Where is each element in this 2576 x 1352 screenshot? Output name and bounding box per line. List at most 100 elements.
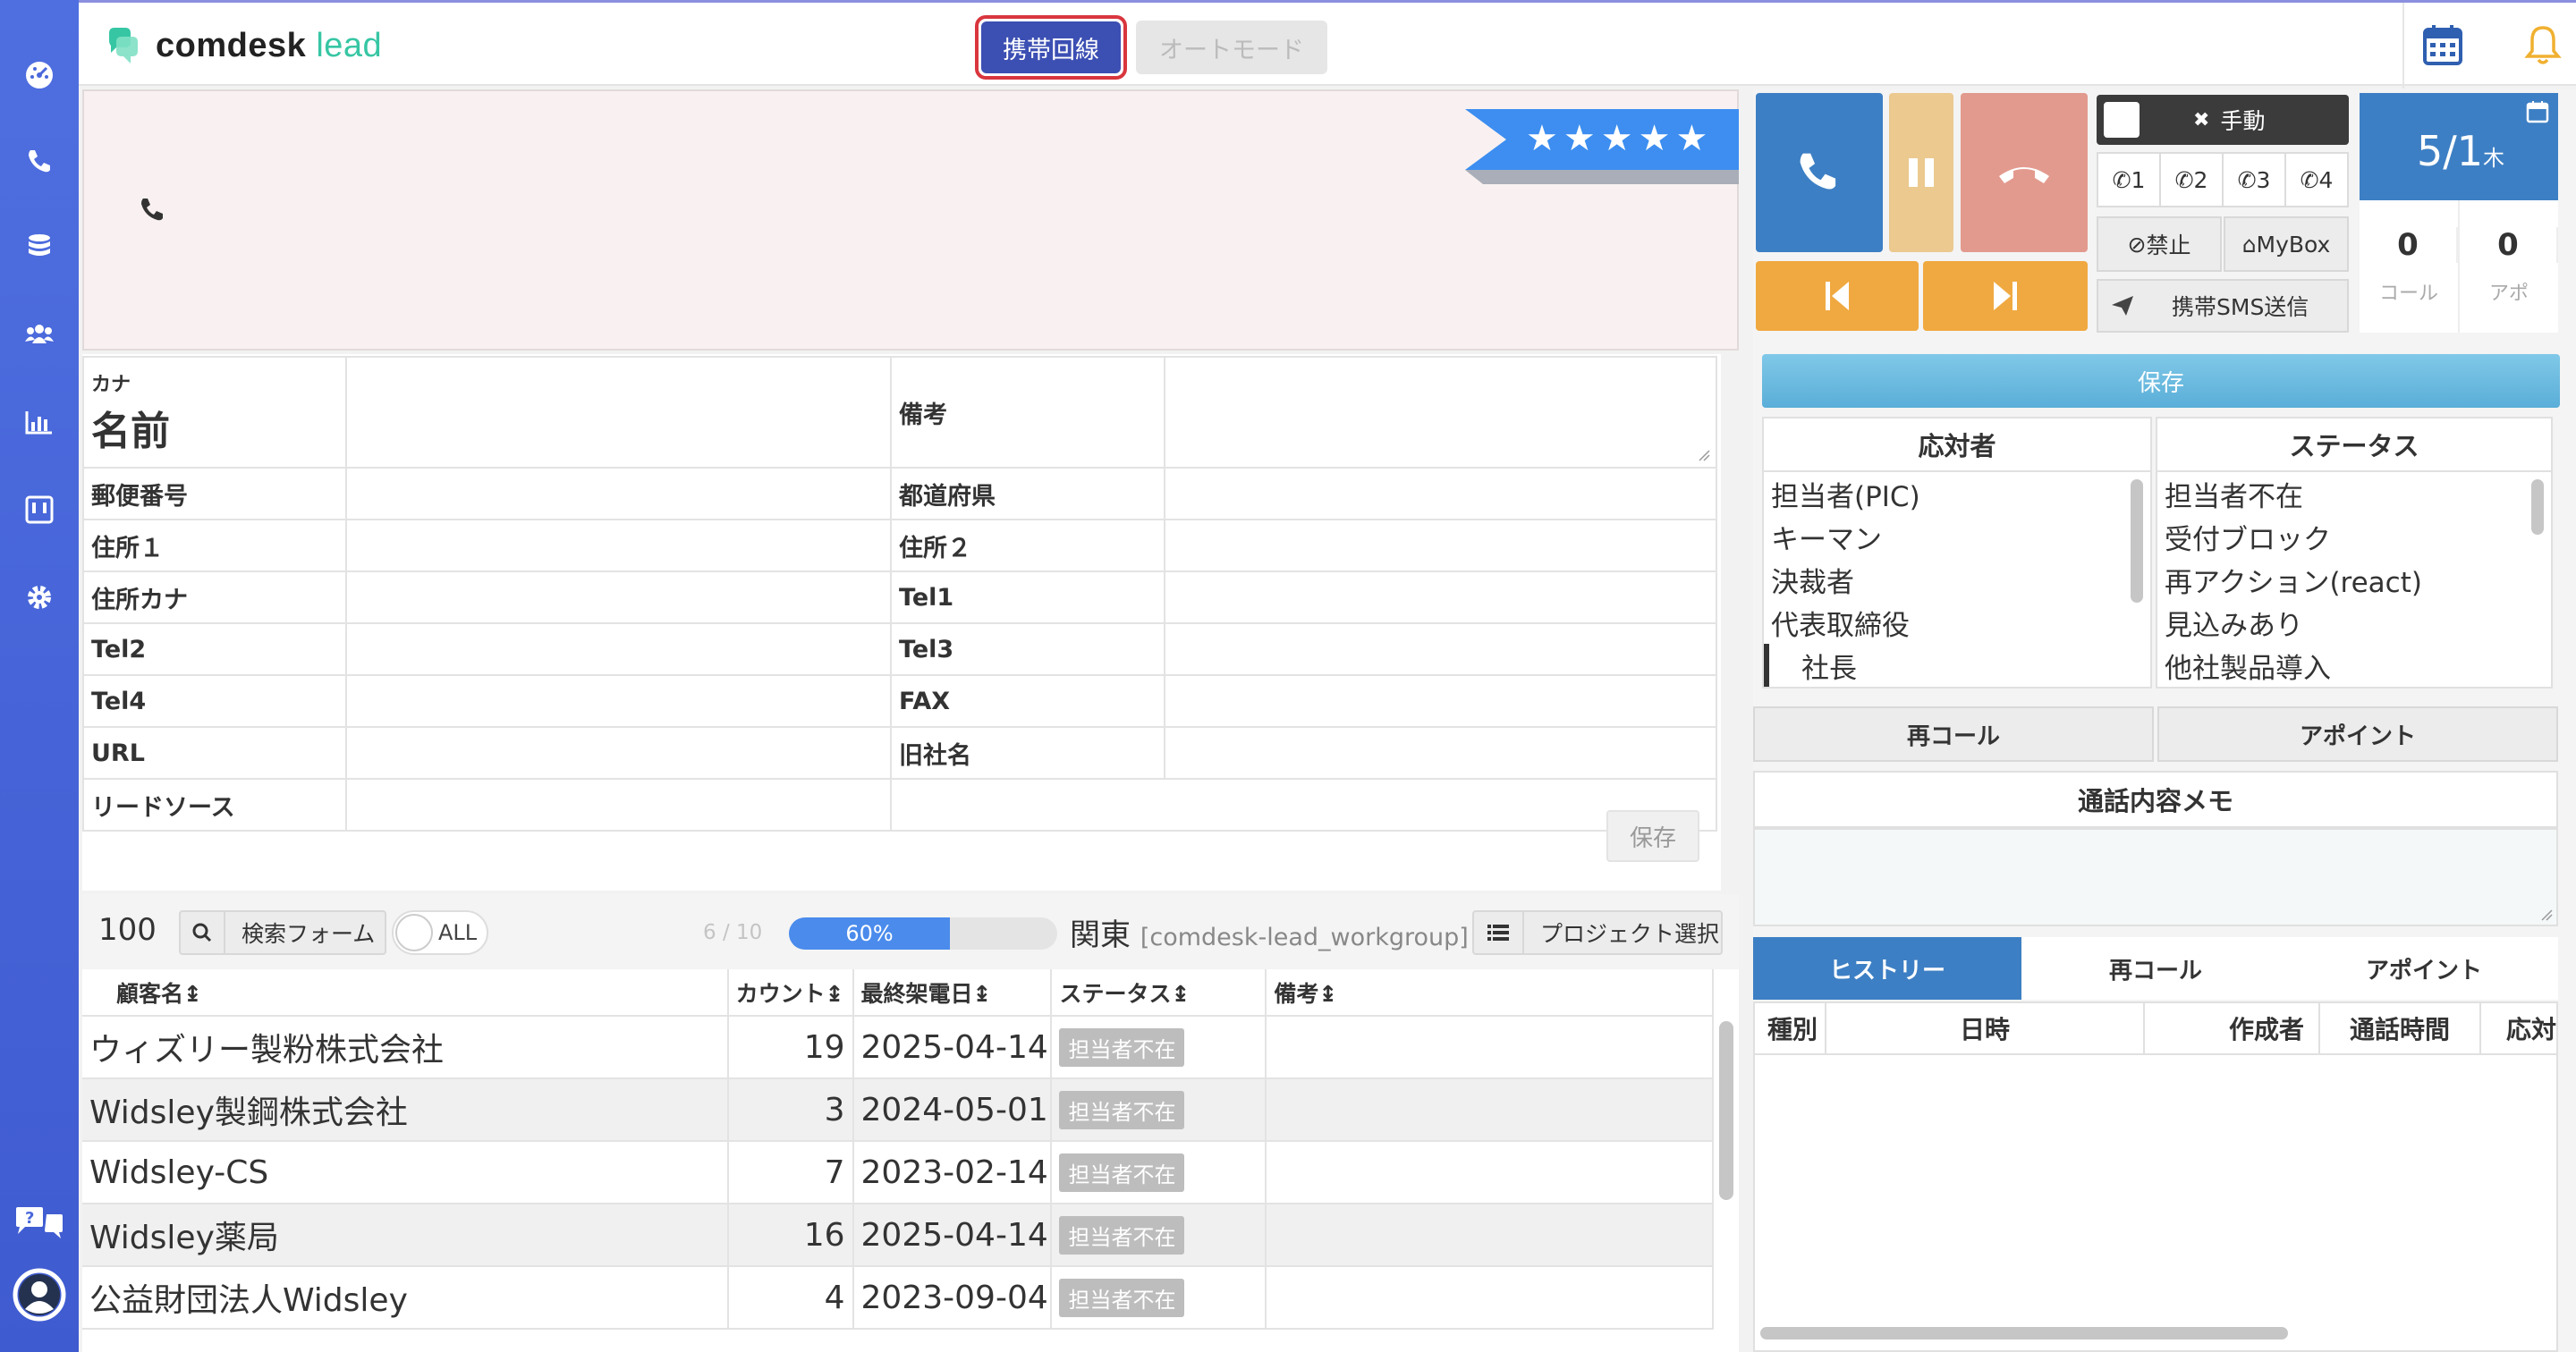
project-select-button[interactable]: プロジェクト選択 xyxy=(1472,910,1723,955)
calendar-icon[interactable] xyxy=(2420,22,2465,67)
col-last-call-date[interactable]: 最終架電日↨ xyxy=(852,969,1053,1017)
address-kana-input[interactable] xyxy=(344,570,892,624)
remarks-cell xyxy=(1266,1016,1714,1079)
responder-option[interactable]: 決裁者 xyxy=(1764,558,2150,601)
call-count: 3 xyxy=(727,1078,854,1142)
search-form-button[interactable]: 検索フォーム xyxy=(179,910,386,955)
previous-button[interactable] xyxy=(1756,261,1919,331)
col-type[interactable]: 種別 xyxy=(1755,1003,1826,1053)
memo-textarea[interactable] xyxy=(1753,828,2558,926)
status-scrollbar[interactable] xyxy=(2531,479,2544,535)
call-button[interactable] xyxy=(1756,93,1883,252)
url-input[interactable] xyxy=(344,726,892,780)
tel1-input[interactable] xyxy=(1163,570,1718,624)
old-company-input[interactable] xyxy=(1163,726,1718,780)
col-customer-name[interactable]: 顧客名↨ xyxy=(82,969,729,1017)
col-remarks[interactable]: 備考↨ xyxy=(1266,969,1714,1017)
chart-icon[interactable] xyxy=(21,404,57,440)
prefecture-input[interactable] xyxy=(1163,467,1718,520)
line-3-button[interactable]: ✆ 3 xyxy=(2224,154,2286,206)
help-chat-icon[interactable]: ? xyxy=(14,1205,64,1241)
table-row[interactable]: Widsley-CS 7 2023-02-14 担当者不在 xyxy=(82,1141,1714,1204)
database-icon[interactable] xyxy=(21,229,57,265)
customer-name[interactable]: Widsley-CS xyxy=(82,1141,729,1204)
status-option[interactable]: 再アクション(react) xyxy=(2157,558,2551,601)
tab-recall[interactable]: 再コール xyxy=(2021,937,2290,1000)
close-icon: ✖ xyxy=(2193,108,2210,131)
app-logo[interactable]: comdesk lead xyxy=(104,26,382,65)
list-scrollbar[interactable] xyxy=(1719,1021,1733,1200)
remarks-textarea[interactable] xyxy=(1163,356,1718,469)
tab-appoint[interactable]: アポイント xyxy=(2290,937,2558,1000)
gear-icon[interactable] xyxy=(21,579,57,615)
customer-name[interactable]: Widsley製鋼株式会社 xyxy=(82,1078,729,1142)
fax-input[interactable] xyxy=(1163,674,1718,728)
customer-name[interactable]: ウィズリー製粉株式会社 xyxy=(82,1016,729,1079)
next-button[interactable] xyxy=(1923,261,2088,331)
info-save-button[interactable]: 保存 xyxy=(1606,810,1699,862)
line-1-button[interactable]: ✆ 1 xyxy=(2098,154,2161,206)
board-icon[interactable] xyxy=(21,492,57,528)
rating-stars[interactable]: ★★★★★ xyxy=(1526,118,1713,159)
table-row[interactable]: Widsley薬局 16 2025-04-14 担当者不在 xyxy=(82,1204,1714,1267)
history-scrollbar[interactable] xyxy=(1760,1327,2288,1339)
table-row[interactable]: Widsley製鋼株式会社 3 2024-05-01 担当者不在 xyxy=(82,1078,1714,1142)
responder-option[interactable]: キーマン xyxy=(1764,515,2150,558)
responder-option[interactable]: 担当者(PIC) xyxy=(1764,472,2150,515)
col-datetime[interactable]: 日時 xyxy=(1826,1003,2145,1053)
col-count[interactable]: カウント↨ xyxy=(727,969,854,1017)
name-input[interactable] xyxy=(344,356,892,469)
fax-label: FAX xyxy=(889,674,1165,728)
rating-ribbon[interactable]: ★★★★★ xyxy=(1465,109,1739,184)
address2-input[interactable] xyxy=(1163,519,1718,572)
lead-source-input[interactable] xyxy=(344,778,892,832)
tel2-input[interactable] xyxy=(344,622,892,676)
toggle-knob xyxy=(395,914,433,951)
col-creator[interactable]: 作成者 xyxy=(2145,1003,2320,1053)
responder-scrollbar[interactable] xyxy=(2131,479,2143,603)
user-avatar-icon[interactable] xyxy=(13,1268,66,1322)
col-call-time[interactable]: 通話時間 xyxy=(2320,1003,2481,1053)
mybox-button[interactable]: ⌂ MyBox xyxy=(2224,216,2349,272)
search-icon xyxy=(181,912,225,953)
status-option[interactable]: 他社製品導入 xyxy=(2157,644,2551,687)
col-response[interactable]: 応対 xyxy=(2481,1003,2556,1053)
table-row[interactable]: 公益財団法人Widsley 4 2023-09-04 担当者不在 xyxy=(82,1266,1714,1330)
hangup-button[interactable] xyxy=(1961,93,2088,252)
notification-bell-icon[interactable] xyxy=(2521,22,2565,67)
postal-input[interactable] xyxy=(344,467,892,520)
result-save-button[interactable]: 保存 xyxy=(1762,354,2560,408)
line-4-button[interactable]: ✆ 4 xyxy=(2286,154,2347,206)
appoint-button[interactable]: アポイント xyxy=(2157,706,2558,762)
tab-history[interactable]: ヒストリー xyxy=(1753,937,2021,1000)
ban-button[interactable]: ⊘ 禁止 xyxy=(2097,216,2222,272)
auto-mode-button[interactable]: オートモード xyxy=(1136,21,1327,74)
col-status[interactable]: ステータス↨ xyxy=(1051,969,1267,1017)
address1-input[interactable] xyxy=(344,519,892,572)
tel3-input[interactable] xyxy=(1163,622,1718,676)
phone-icon[interactable] xyxy=(21,143,57,179)
recall-button[interactable]: 再コール xyxy=(1753,706,2154,762)
sms-send-button[interactable]: 携帯SMS送信 xyxy=(2097,279,2349,333)
responder-option[interactable]: 社長 xyxy=(1764,644,2150,687)
status-cell: 担当者不在 xyxy=(1051,1078,1267,1142)
mobile-line-button[interactable]: 携帯回線 xyxy=(975,15,1127,80)
all-toggle[interactable]: ALL xyxy=(392,910,488,955)
status-option[interactable]: 担当者不在 xyxy=(2157,472,2551,515)
tel4-input[interactable] xyxy=(344,674,892,728)
status-title: ステータス xyxy=(2157,418,2551,472)
line-2-button[interactable]: ✆ 2 xyxy=(2161,154,2224,206)
hold-button[interactable] xyxy=(1889,93,1953,252)
users-icon[interactable] xyxy=(21,317,57,352)
name-label-cell: カナ 名前 xyxy=(82,356,347,469)
manual-checkbox[interactable] xyxy=(2104,102,2140,138)
customer-name[interactable]: Widsley薬局 xyxy=(82,1204,729,1267)
status-option[interactable]: 受付ブロック xyxy=(2157,515,2551,558)
customer-name[interactable]: 公益財団法人Widsley xyxy=(82,1266,729,1330)
date-display[interactable]: 5/1木 xyxy=(2360,93,2558,200)
dashboard-icon[interactable] xyxy=(21,57,57,93)
manual-mode-toggle[interactable]: ✖ 手動 xyxy=(2097,95,2349,145)
table-row[interactable]: ウィズリー製粉株式会社 19 2025-04-14 担当者不在 xyxy=(82,1016,1714,1079)
status-option[interactable]: 見込みあり xyxy=(2157,601,2551,644)
responder-option[interactable]: 代表取締役 xyxy=(1764,601,2150,644)
